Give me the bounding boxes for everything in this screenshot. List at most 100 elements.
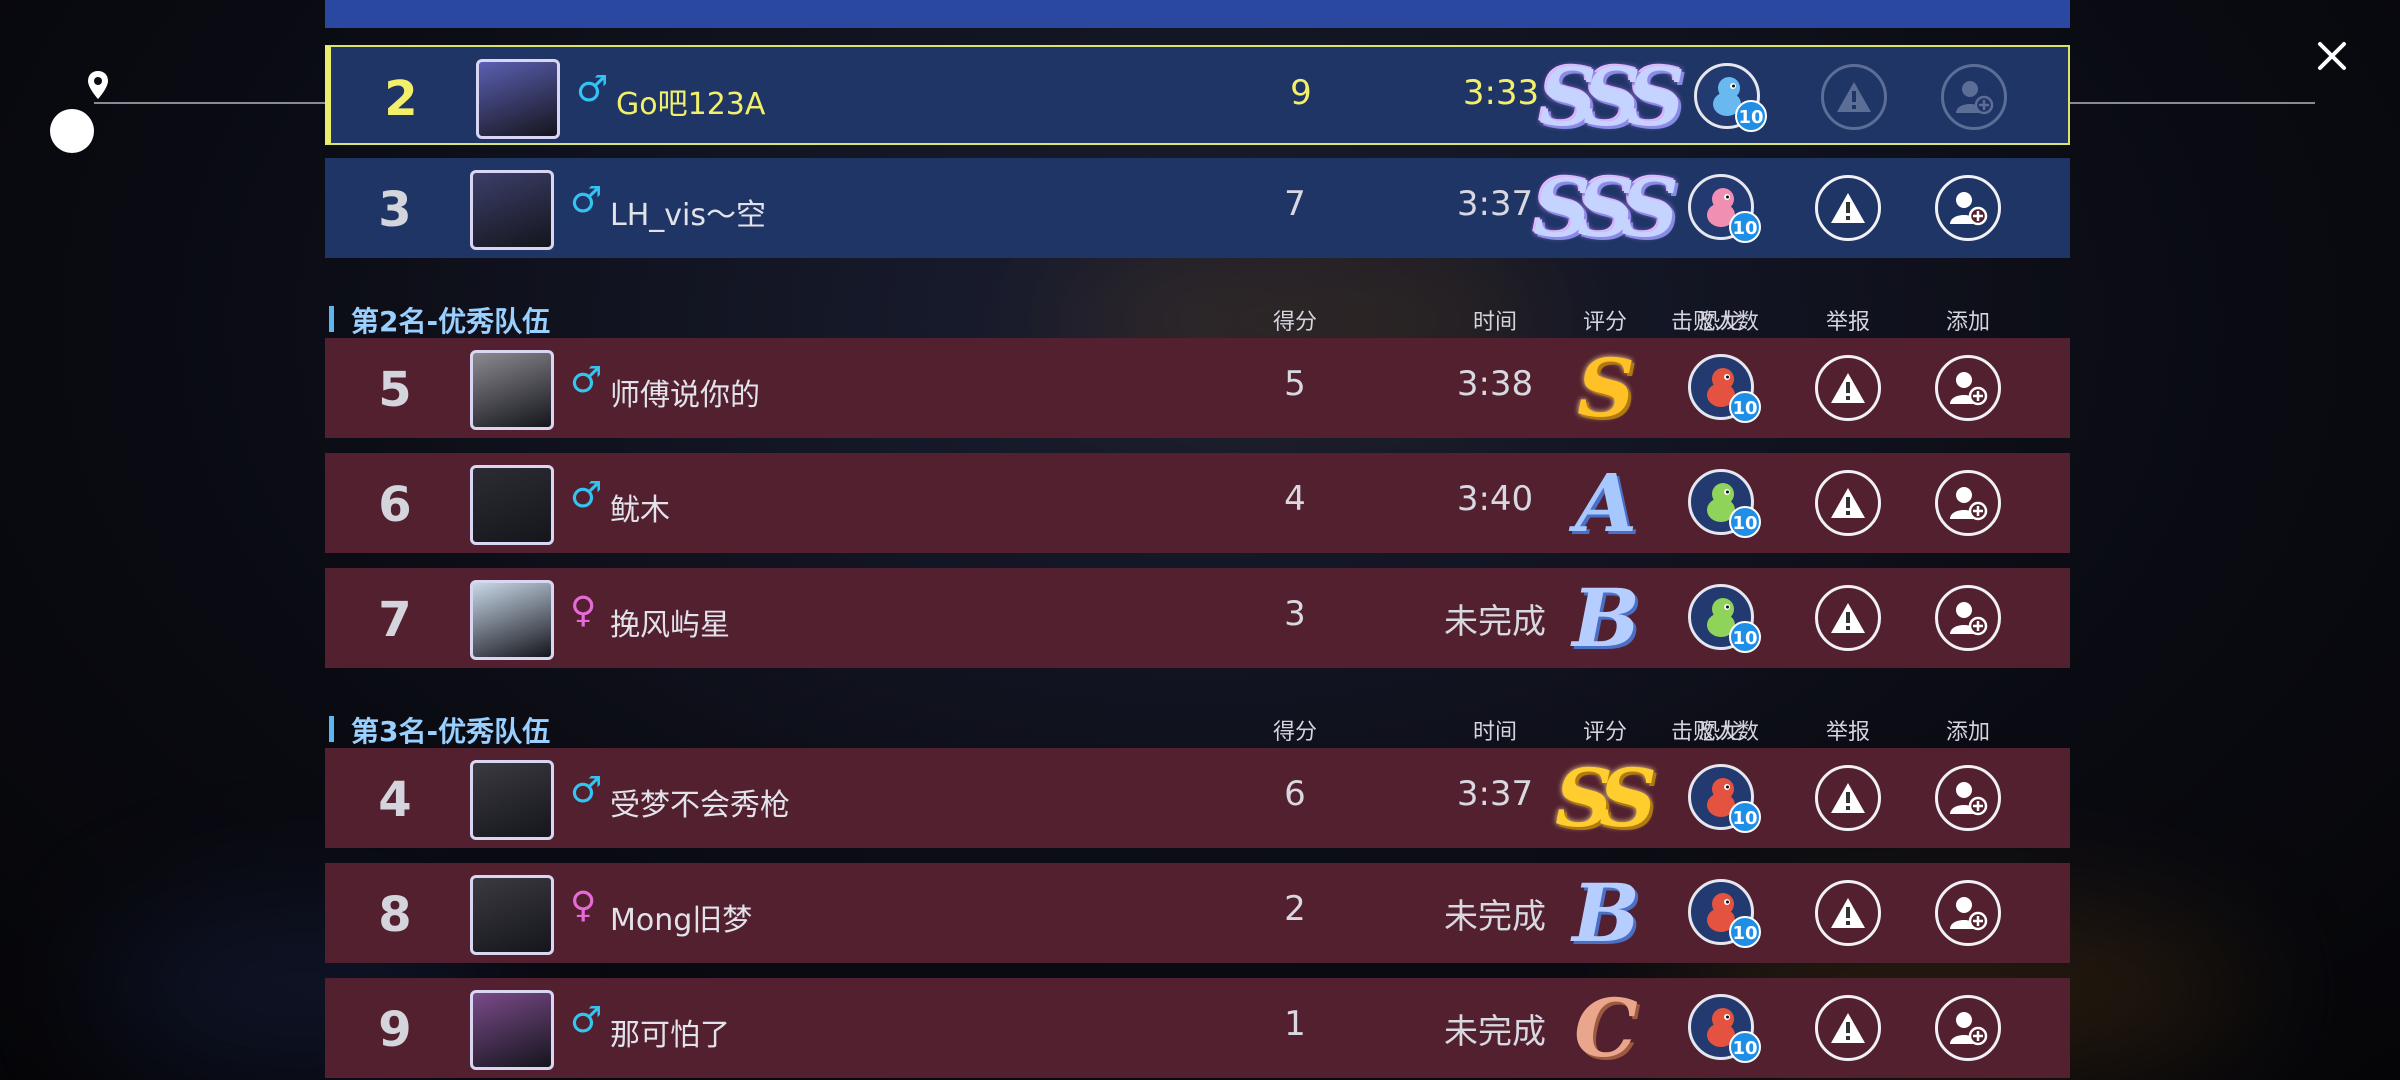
add-friend-button[interactable] [1941, 64, 2007, 130]
player-row[interactable]: 5♂师傅说你的53:381S10 [325, 338, 2070, 438]
player-row[interactable]: 4♂受梦不会秀枪63:375SS10 [325, 748, 2070, 848]
grade-badge: S [1577, 341, 1635, 435]
add-friend-button[interactable] [1935, 355, 2001, 421]
player-name: 鱿木 [610, 493, 670, 528]
male-icon: ♂ [570, 180, 603, 221]
red-dino-icon[interactable]: 10 [1688, 994, 1761, 1063]
rank-number: 8 [378, 887, 412, 943]
player-row[interactable]: 3♂LH_vis～空73:374SSS10 [325, 158, 2070, 258]
report-button[interactable] [1815, 470, 1881, 536]
female-icon: ♀ [570, 885, 597, 926]
green-dino-icon[interactable]: 10 [1688, 469, 1761, 538]
report-button[interactable] [1815, 355, 1881, 421]
dino-header: 恐龙 [1697, 720, 1742, 745]
player-avatar[interactable] [476, 59, 560, 139]
score-header: 得分 [1272, 720, 1317, 745]
player-row[interactable]: 9♂那可怕了1未完成2C10 [325, 978, 2070, 1078]
male-icon: ♂ [570, 360, 603, 401]
score-header: 得分 [1272, 310, 1317, 335]
time-header: 时间 [1472, 310, 1517, 335]
time-header: 时间 [1472, 720, 1517, 745]
red-dino-icon[interactable]: 10 [1688, 879, 1761, 948]
warning-icon [1837, 82, 1871, 112]
add-friend-icon [1950, 487, 1988, 521]
dino-level-badge: 10 [1729, 621, 1761, 653]
close-icon [2318, 42, 2346, 70]
grade-header: 评分 [1582, 310, 1627, 335]
blue-dino-icon[interactable]: 10 [1694, 63, 1767, 132]
player-avatar[interactable] [470, 170, 554, 250]
warning-icon [1831, 193, 1865, 223]
report-header: 举报 [1825, 310, 1870, 335]
green-dino-icon[interactable]: 10 [1688, 584, 1761, 653]
add-friend-icon [1950, 897, 1988, 931]
dino-level-badge: 10 [1729, 1031, 1761, 1063]
player-row[interactable]: 2♂Go吧123A93:334SSS10 [325, 45, 2070, 145]
rank-number: 3 [378, 182, 412, 238]
team-section-header: 第2名-优秀队伍 得分 时间 击败人数 评分 恐龙 举报 添加 [325, 300, 2070, 340]
report-button[interactable] [1821, 64, 1887, 130]
grade-header: 评分 [1582, 720, 1627, 745]
add-friend-button[interactable] [1935, 585, 2001, 651]
progress-track-right [2070, 102, 2315, 104]
player-row[interactable]: 7♀挽风屿星3未完成4B10 [325, 568, 2070, 668]
pink-dino-icon[interactable]: 10 [1688, 174, 1761, 243]
warning-icon [1831, 783, 1865, 813]
player-name: 那可怕了 [610, 1018, 730, 1053]
dino-level-badge: 10 [1729, 916, 1761, 948]
red-dino-icon[interactable]: 10 [1688, 764, 1761, 833]
red-dino-icon[interactable]: 10 [1688, 354, 1761, 423]
add-friend-button[interactable] [1935, 995, 2001, 1061]
report-button[interactable] [1815, 765, 1881, 831]
grade-badge: SSS [1539, 50, 1685, 144]
score-value: 6 [1284, 774, 1306, 814]
add-friend-button[interactable] [1935, 765, 2001, 831]
male-icon: ♂ [576, 69, 609, 110]
grade-badge: A [1574, 456, 1637, 550]
dino-level-badge: 10 [1729, 506, 1761, 538]
player-avatar[interactable] [470, 875, 554, 955]
add-friend-icon [1950, 602, 1988, 636]
rank-number: 7 [378, 592, 412, 648]
score-value: 5 [1284, 364, 1306, 404]
add-friend-button[interactable] [1935, 470, 2001, 536]
add-friend-icon [1950, 192, 1988, 226]
player-name: Mong旧梦 [610, 903, 753, 938]
add-friend-icon [1950, 782, 1988, 816]
player-avatar[interactable] [470, 465, 554, 545]
dino-header: 恐龙 [1697, 310, 1742, 335]
section-accent-bar [329, 306, 334, 332]
player-name: 挽风屿星 [610, 608, 730, 643]
score-value: 1 [1284, 1004, 1306, 1044]
team-title: 第3名-优秀队伍 [351, 715, 551, 748]
add-header: 添加 [1945, 720, 1990, 745]
add-friend-button[interactable] [1935, 880, 2001, 946]
rank-number: 6 [378, 477, 412, 533]
progress-slider-knob[interactable] [50, 109, 94, 153]
player-avatar[interactable] [470, 760, 554, 840]
player-row[interactable]: 8♀Mong旧梦2未完成9B10 [325, 863, 2070, 963]
add-friend-button[interactable] [1935, 175, 2001, 241]
player-name: 师傅说你的 [610, 378, 760, 413]
report-button[interactable] [1815, 995, 1881, 1061]
player-avatar[interactable] [470, 580, 554, 660]
score-value: 7 [1284, 184, 1306, 224]
close-button[interactable] [2312, 36, 2352, 76]
player-avatar[interactable] [470, 350, 554, 430]
score-value: 4 [1284, 479, 1306, 519]
score-value: 2 [1284, 889, 1306, 929]
location-pin-icon [88, 71, 108, 99]
rank-number: 9 [378, 1002, 412, 1058]
report-button[interactable] [1815, 880, 1881, 946]
warning-icon [1831, 488, 1865, 518]
male-icon: ♂ [570, 770, 603, 811]
player-avatar[interactable] [470, 990, 554, 1070]
player-name: 受梦不会秀枪 [610, 788, 790, 823]
grade-badge: C [1574, 981, 1638, 1075]
player-row[interactable]: 6♂鱿木43:400A10 [325, 453, 2070, 553]
progress-track-left [94, 102, 326, 104]
report-button[interactable] [1815, 585, 1881, 651]
report-button[interactable] [1815, 175, 1881, 241]
grade-badge: SSS [1533, 161, 1679, 255]
player-name: Go吧123A [616, 87, 766, 122]
